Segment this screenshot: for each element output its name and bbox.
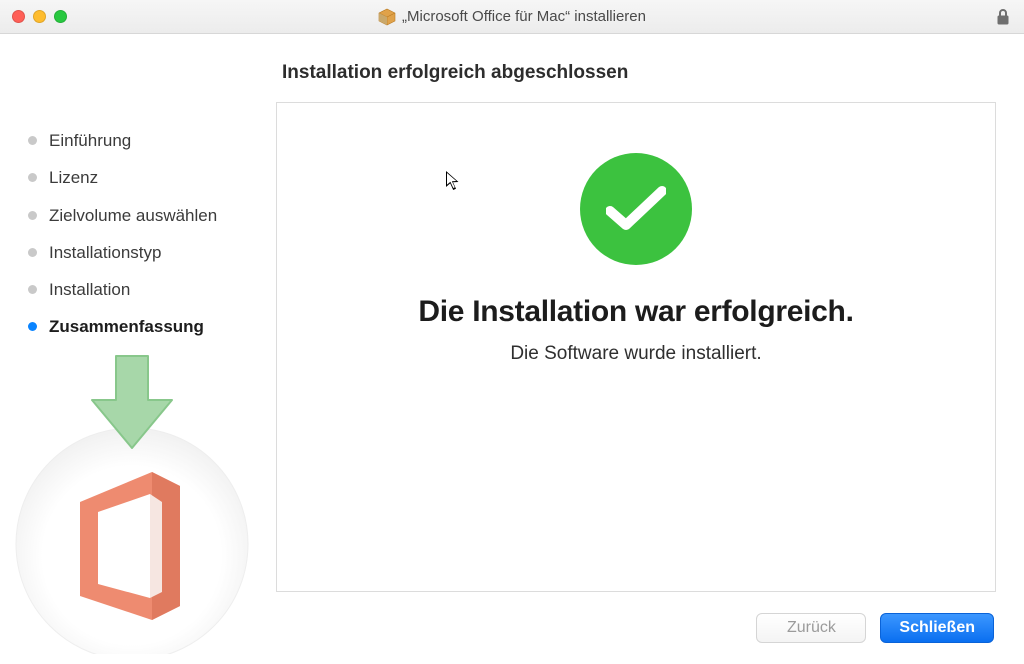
sidebar-item-installationstyp: Installationstyp	[28, 234, 258, 271]
zoom-window-button[interactable]	[54, 10, 67, 23]
installer-body: Einführung Lizenz Zielvolume auswählen I…	[0, 34, 1024, 664]
section-heading: Installation erfolgreich abgeschlossen	[276, 62, 996, 102]
window-title: „Microsoft Office für Mac“ installieren	[0, 8, 1024, 26]
button-label: Schließen	[899, 619, 975, 637]
sidebar-item-zielvolume: Zielvolume auswählen	[28, 197, 258, 234]
footer-buttons: Zurück Schließen	[276, 592, 996, 664]
office-icon	[80, 472, 180, 620]
content-panel: Die Installation war erfolgreich. Die So…	[276, 102, 996, 592]
step-dot-icon	[28, 322, 37, 331]
step-dot-icon	[28, 173, 37, 182]
titlebar: „Microsoft Office für Mac“ installieren	[0, 0, 1024, 34]
sidebar-item-label: Installation	[49, 279, 130, 300]
success-title: Die Installation war erfolgreich.	[418, 295, 853, 329]
success-check-icon	[580, 153, 692, 265]
arrow-down-icon	[92, 356, 172, 448]
minimize-window-button[interactable]	[33, 10, 46, 23]
step-dot-icon	[28, 136, 37, 145]
sidebar: Einführung Lizenz Zielvolume auswählen I…	[0, 34, 258, 664]
sidebar-item-label: Lizenz	[49, 167, 98, 188]
step-dot-icon	[28, 285, 37, 294]
sidebar-item-label: Zusammenfassung	[49, 316, 204, 337]
step-dot-icon	[28, 211, 37, 220]
sidebar-item-installation: Installation	[28, 271, 258, 308]
check-icon	[606, 185, 666, 233]
sidebar-item-label: Installationstyp	[49, 242, 161, 263]
back-button[interactable]: Zurück	[756, 613, 866, 643]
sidebar-item-label: Zielvolume auswählen	[49, 205, 217, 226]
sidebar-art	[12, 354, 252, 654]
sidebar-item-lizenz: Lizenz	[28, 159, 258, 196]
sidebar-item-zusammenfassung: Zusammenfassung	[28, 308, 258, 345]
main-area: Installation erfolgreich abgeschlossen D…	[258, 34, 1024, 664]
sidebar-item-einfuehrung: Einführung	[28, 122, 258, 159]
sidebar-item-label: Einführung	[49, 130, 131, 151]
close-button[interactable]: Schließen	[880, 613, 994, 643]
window-title-text: „Microsoft Office für Mac“ installieren	[402, 8, 646, 25]
button-label: Zurück	[787, 619, 836, 637]
package-icon	[378, 8, 396, 26]
window-controls	[0, 10, 67, 23]
close-window-button[interactable]	[12, 10, 25, 23]
lock-icon	[996, 8, 1010, 26]
step-list: Einführung Lizenz Zielvolume auswählen I…	[28, 122, 258, 346]
success-subtitle: Die Software wurde installiert.	[510, 343, 761, 365]
step-dot-icon	[28, 248, 37, 257]
